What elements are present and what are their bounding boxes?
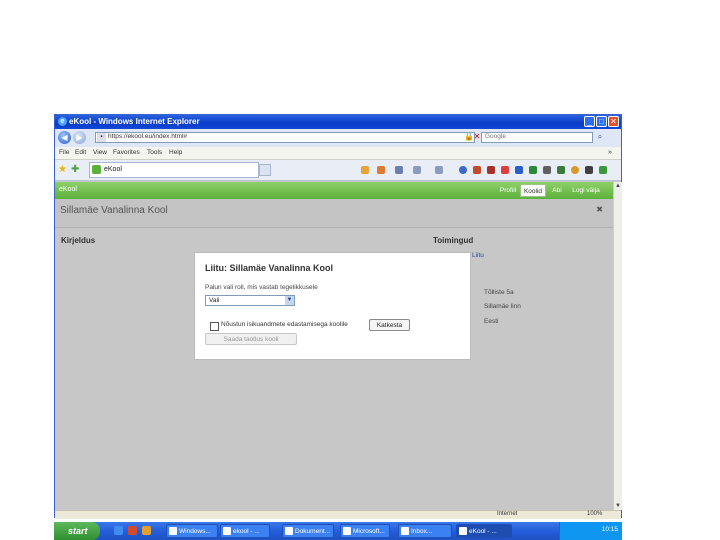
add-favorite-icon[interactable]: ✚ bbox=[71, 164, 79, 175]
app-navbar: eKool Profiil Koolid Abi Logi välja bbox=[55, 182, 613, 200]
role-select-value: Vali bbox=[209, 297, 220, 304]
contact-line-3: Eesti bbox=[484, 318, 499, 325]
window-icon bbox=[169, 527, 177, 535]
zoom-level[interactable]: 100% bbox=[587, 511, 602, 517]
addon-icon-8[interactable] bbox=[571, 166, 579, 174]
page-menu-icon[interactable] bbox=[413, 166, 421, 174]
tray-clock[interactable]: 10:15 bbox=[602, 526, 618, 533]
addon-icon-3[interactable] bbox=[501, 166, 509, 174]
vertical-scrollbar[interactable]: ▲ ▼ bbox=[613, 182, 622, 510]
system-tray: 10:15 bbox=[559, 522, 622, 540]
join-link[interactable]: Liitu bbox=[472, 252, 484, 259]
consent-checkbox[interactable] bbox=[210, 322, 219, 331]
menu-help[interactable]: Help bbox=[169, 149, 182, 156]
tab-profiil[interactable]: Profiil bbox=[498, 184, 518, 197]
addon-icon-10[interactable] bbox=[599, 166, 607, 174]
tab-favicon-icon bbox=[92, 165, 101, 174]
actions-heading: Toimingud bbox=[433, 236, 474, 245]
school-name: Sillamäe Vanalinna Kool bbox=[60, 205, 168, 216]
role-select-label: Palun vali roll, mis vastab tegelikkusel… bbox=[205, 284, 318, 291]
menu-file[interactable]: File bbox=[59, 149, 69, 156]
dialog-title: Liitu: Sillamäe Vanalinna Kool bbox=[205, 263, 334, 273]
addon-icon-4[interactable] bbox=[515, 166, 523, 174]
close-panel-icon[interactable]: ✖ bbox=[596, 205, 603, 214]
menu-bar: File Edit View Favorites Tools Help » bbox=[55, 147, 621, 160]
document-icon bbox=[285, 527, 293, 535]
window-icon bbox=[223, 527, 231, 535]
send-request-button[interactable]: Saada taotlus kooli bbox=[205, 333, 297, 345]
window-titlebar: e eKool - Windows Internet Explorer _ □ … bbox=[55, 115, 621, 129]
address-bar[interactable]: ▪ https://ekool.eu/index.html# bbox=[95, 132, 475, 143]
addon-icon-6[interactable] bbox=[543, 166, 551, 174]
addon-icon-1[interactable] bbox=[473, 166, 481, 174]
tab-koolid[interactable]: Koolid bbox=[520, 184, 546, 197]
taskbar-item-5[interactable]: Inbox... bbox=[398, 524, 452, 538]
menu-favorites[interactable]: Favorites bbox=[113, 149, 140, 156]
status-bar: Internet 100% bbox=[55, 510, 621, 519]
addon-icon-5[interactable] bbox=[529, 166, 537, 174]
window-title: eKool - Windows Internet Explorer bbox=[69, 117, 200, 126]
tab-label: eKool bbox=[104, 166, 122, 173]
security-zone: Internet bbox=[497, 511, 518, 517]
ie-icon bbox=[459, 527, 467, 535]
close-window-button[interactable]: ✕ bbox=[608, 116, 619, 127]
ie-logo-icon: e bbox=[58, 117, 67, 126]
contact-line-2: Sillamäe linn bbox=[484, 303, 521, 310]
quicklaunch-app-icon[interactable] bbox=[128, 526, 137, 535]
app-name: eKool bbox=[59, 186, 77, 193]
maximize-button[interactable]: □ bbox=[596, 116, 607, 127]
tab-logi-valja[interactable]: Logi välja bbox=[568, 184, 604, 197]
taskbar-item-2[interactable]: ekool - ... bbox=[220, 524, 270, 538]
favorites-star-icon[interactable]: ★ bbox=[58, 164, 67, 175]
tab-toolbar: ★ ✚ eKool bbox=[55, 160, 621, 181]
role-select[interactable]: Vali ▼ bbox=[205, 295, 295, 306]
taskbar-item-4[interactable]: Microsoft... bbox=[340, 524, 390, 538]
search-placeholder: Google bbox=[485, 133, 506, 140]
feeds-icon[interactable] bbox=[377, 166, 385, 174]
mail-icon bbox=[401, 527, 409, 535]
consent-checkbox-label: Nõustun isikuandmete edastamisega koolil… bbox=[221, 321, 348, 328]
taskbar-item-1[interactable]: Windows... bbox=[166, 524, 218, 538]
new-tab-button[interactable] bbox=[259, 164, 271, 176]
scroll-down-icon[interactable]: ▼ bbox=[614, 502, 622, 510]
school-header: Sillamäe Vanalinna Kool ✖ bbox=[55, 199, 613, 228]
page-icon: ▪ bbox=[97, 133, 106, 142]
scroll-up-icon[interactable]: ▲ bbox=[614, 182, 622, 190]
browser-tab[interactable]: eKool bbox=[89, 162, 259, 178]
menu-tools[interactable]: Tools bbox=[147, 149, 162, 156]
address-url: https://ekool.eu/index.html# bbox=[108, 133, 188, 140]
quicklaunch-ie-icon[interactable] bbox=[114, 526, 123, 535]
tab-abi[interactable]: Abi bbox=[549, 184, 565, 197]
cancel-button[interactable]: Katkesta bbox=[369, 319, 410, 331]
taskbar-item-3[interactable]: Dokument... bbox=[282, 524, 334, 538]
taskbar-item-6[interactable]: eKool - ... bbox=[456, 524, 512, 538]
menu-edit[interactable]: Edit bbox=[75, 149, 86, 156]
print-icon[interactable] bbox=[395, 166, 403, 174]
description-heading: Kirjeldus bbox=[61, 236, 96, 245]
forward-button[interactable]: ▶ bbox=[73, 131, 86, 144]
join-dialog: Liitu: Sillamäe Vanalinna Kool Palun val… bbox=[194, 252, 471, 360]
tools-menu-icon[interactable] bbox=[435, 166, 443, 174]
window-icon bbox=[343, 527, 351, 535]
quicklaunch-mail-icon[interactable] bbox=[142, 526, 151, 535]
contact-line-1: Tõlliste 5a bbox=[484, 289, 514, 296]
addon-icon-7[interactable] bbox=[557, 166, 565, 174]
address-toolbar: ◀ ▶ ▪ https://ekool.eu/index.html# 🔒 ✕ G… bbox=[55, 129, 621, 147]
search-input[interactable]: Google bbox=[481, 132, 593, 143]
help-icon[interactable] bbox=[459, 166, 467, 174]
addon-icon-9[interactable] bbox=[585, 166, 593, 174]
more-chevron-icon[interactable]: » bbox=[608, 149, 612, 156]
back-button[interactable]: ◀ bbox=[58, 131, 71, 144]
chevron-down-icon[interactable]: ▼ bbox=[285, 296, 294, 305]
minimize-button[interactable]: _ bbox=[584, 116, 595, 127]
windows-taskbar: start Windows... ekool - ... Dokument...… bbox=[54, 522, 622, 540]
addon-icon-2[interactable] bbox=[487, 166, 495, 174]
start-button[interactable]: start bbox=[54, 522, 100, 540]
home-icon[interactable] bbox=[361, 166, 369, 174]
search-icon[interactable]: ⌕ bbox=[595, 132, 605, 142]
menu-view[interactable]: View bbox=[93, 149, 107, 156]
